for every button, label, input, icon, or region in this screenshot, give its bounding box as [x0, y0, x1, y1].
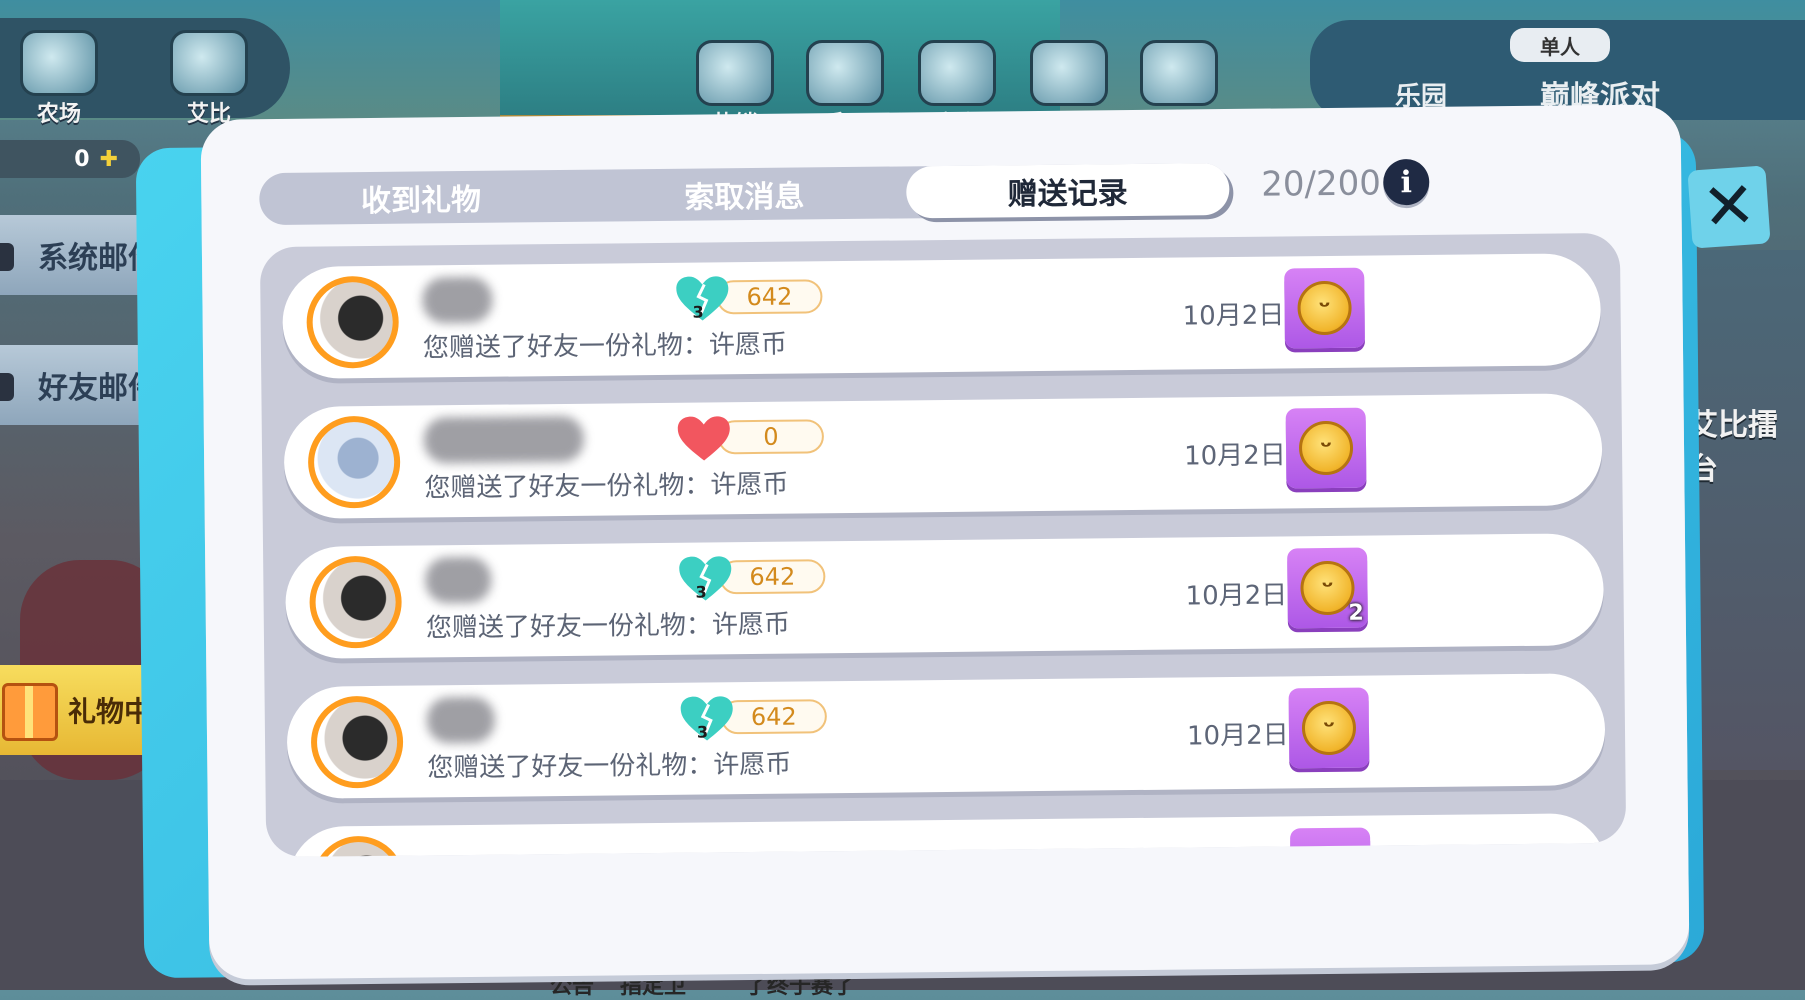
red-heart-icon	[677, 416, 730, 461]
heart-level: 3	[692, 302, 704, 322]
gift-item-tile[interactable]: ᵕ	[1284, 267, 1365, 349]
record-date: 10月2日	[1182, 300, 1285, 332]
record-list[interactable]: 642 3 您赠送了好友一份礼物：许愿币 10月2日 ᵕ 0 您赠送了好友一份礼…	[259, 232, 1627, 858]
farm-icon	[20, 30, 98, 96]
coin-icon: ᵕ	[1300, 560, 1355, 616]
intimacy-badge: 642 3	[679, 693, 839, 742]
avatar[interactable]	[306, 275, 400, 369]
intimacy-badge: 0	[676, 413, 836, 461]
handbook-icon	[806, 40, 884, 106]
coin-icon: ᵕ	[1298, 420, 1354, 476]
gift-message: 您赠送了好友一份礼物：许愿币	[425, 609, 791, 644]
coin-icon: ᵕ	[1297, 280, 1352, 336]
close-icon: ✕	[1699, 168, 1759, 246]
gift-quantity: 2	[1348, 600, 1364, 626]
avatar[interactable]	[312, 835, 406, 858]
fox-icon	[170, 30, 248, 96]
gift-icon	[2, 683, 58, 741]
tab-received-gifts[interactable]: 收到礼物	[259, 170, 583, 225]
list-item: 642 3 您赠送了好友一份礼物：许愿币 10月2日 ᵕ	[286, 673, 1606, 799]
intimacy-score: 642	[716, 279, 823, 315]
right-side-scene	[1690, 250, 1805, 770]
intimacy-score: 642	[720, 699, 827, 735]
gift-item-tile[interactable]: ᵕ	[1285, 407, 1367, 489]
intimacy-badge: 642 3	[677, 553, 837, 602]
gift-message: 您赠送了好友一份礼物：许愿币	[424, 469, 789, 504]
list-item-partial	[287, 813, 1608, 858]
intimacy-score: 0	[717, 419, 825, 455]
close-button[interactable]: ✕	[1687, 165, 1771, 249]
friend-name-blurred	[423, 415, 585, 464]
gift-message: 您赠送了好友一份礼物：许愿币	[427, 749, 792, 784]
gift-item-tile[interactable]: ᵕ 2	[1287, 547, 1368, 629]
gift-item-tile[interactable]	[1290, 827, 1371, 858]
coin-icon: ᵕ	[1301, 700, 1357, 756]
mail-dot-icon	[0, 373, 14, 401]
intimacy-badge: 642 3	[674, 273, 834, 322]
avatar[interactable]	[309, 555, 403, 649]
blind-box-icon	[918, 40, 996, 106]
coin-count: 0	[74, 146, 90, 172]
list-item: 642 3 您赠送了好友一份礼物：许愿币 10月2日 ᵕ	[282, 253, 1602, 379]
gift-item-tile[interactable]: ᵕ	[1288, 687, 1370, 769]
event-icon	[1140, 40, 1218, 106]
list-item: 642 3 您赠送了好友一份礼物：许愿币 10月2日 ᵕ 2	[285, 533, 1605, 659]
tab-request-messages[interactable]: 索取消息	[582, 166, 906, 221]
coin-counter: 0 ✚	[0, 140, 140, 178]
single-tag: 单人	[1510, 28, 1610, 62]
friend-name-blurred	[422, 276, 493, 324]
add-coin-icon[interactable]: ✚	[100, 147, 118, 172]
record-date: 10月2日	[1185, 580, 1288, 612]
panel-tabs: 收到礼物 索取消息 赠送记录	[259, 163, 1230, 226]
farm-button[interactable]: 农场	[20, 30, 98, 128]
friend-name-blurred	[426, 696, 496, 744]
shopping-bag-icon	[1030, 40, 1108, 106]
tab-sent-records[interactable]: 赠送记录	[905, 163, 1230, 219]
arena-label: 艾比擂台	[1688, 408, 1778, 487]
list-item: 0 您赠送了好友一份礼物：许愿币 10月2日 ᵕ	[283, 393, 1603, 519]
farm-label: 农场	[36, 102, 81, 127]
abby-button[interactable]: 艾比	[170, 30, 248, 128]
avatar[interactable]	[310, 695, 404, 789]
intimacy-score: 642	[719, 559, 826, 595]
mail-dot-icon	[0, 243, 14, 271]
record-date: 10月2日	[1186, 720, 1289, 752]
record-counter: 20/200	[1261, 163, 1382, 205]
gift-record-panel: 收到礼物 索取消息 赠送记录 20/200 i 642 3 您赠送了好友一份礼物…	[200, 104, 1690, 980]
friend-name-blurred	[425, 556, 492, 604]
heart-level: 3	[696, 722, 709, 742]
avatar[interactable]	[307, 415, 401, 509]
heart-level: 3	[695, 582, 707, 602]
gift-message: 您赠送了好友一份礼物：许愿币	[422, 329, 788, 364]
gift-box-icon	[696, 40, 774, 106]
record-date: 10月2日	[1183, 440, 1286, 472]
info-icon[interactable]: i	[1383, 158, 1430, 206]
